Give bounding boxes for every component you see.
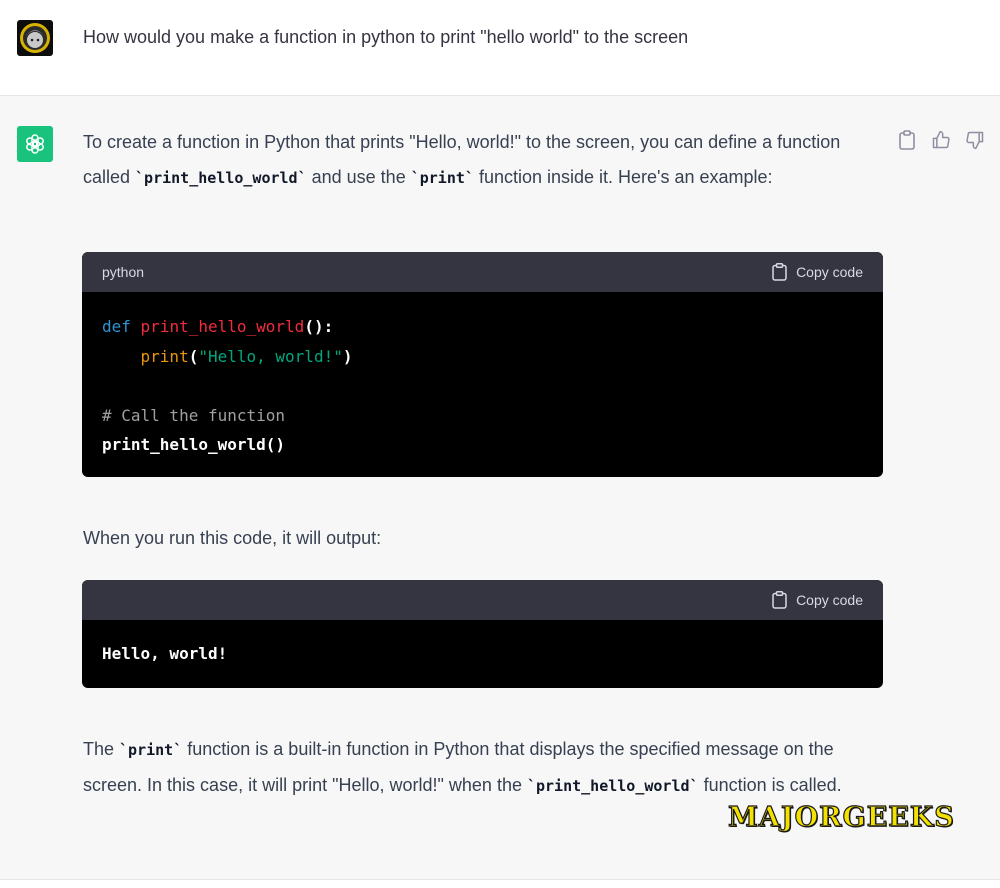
code-string: "Hello, world!" bbox=[198, 346, 343, 366]
assistant-message-row: To create a function in Python that prin… bbox=[0, 96, 1000, 880]
majorgeeks-watermark: MAJORGEEKS bbox=[727, 801, 955, 833]
copy-code-button[interactable]: Copy code bbox=[772, 263, 863, 281]
thumbs-up-icon[interactable] bbox=[930, 129, 952, 151]
copy-code-label: Copy code bbox=[796, 264, 863, 280]
code-block-header: python Copy code bbox=[82, 252, 883, 292]
code-output-content: Hello, world! bbox=[102, 644, 228, 663]
clipboard-icon[interactable] bbox=[896, 129, 918, 151]
inline-code-function-name: `print_hello_world` bbox=[526, 777, 699, 795]
code-function-name: print_hello_world bbox=[140, 317, 305, 336]
code-block-header: Copy code bbox=[82, 580, 883, 620]
inline-code-print: `print` bbox=[410, 169, 474, 187]
code-block-output: Copy code Hello, world! bbox=[82, 580, 883, 688]
inline-code-function-name: `print_hello_world` bbox=[135, 169, 307, 187]
code-paren-close: ) bbox=[342, 346, 353, 366]
intro-text-3: function inside it. Here's an example: bbox=[473, 167, 773, 187]
copy-code-label: Copy code bbox=[796, 592, 863, 608]
code-keyword-def: def bbox=[102, 317, 131, 336]
clipboard-icon bbox=[772, 263, 787, 281]
code-paren-open: ( bbox=[188, 346, 199, 366]
outro-text-3: function is called. bbox=[698, 775, 842, 795]
outro-text-1: The bbox=[83, 739, 120, 759]
chatgpt-logo-icon bbox=[17, 126, 53, 162]
user-message-text: How would you make a function in python … bbox=[83, 27, 689, 47]
code-comment: # Call the function bbox=[102, 405, 286, 425]
inline-code-print: `print` bbox=[119, 741, 183, 759]
message-actions bbox=[896, 129, 992, 151]
copy-code-button[interactable]: Copy code bbox=[772, 591, 863, 609]
thumbs-down-icon[interactable] bbox=[964, 129, 986, 151]
code-content: def print_hello_world(): print("Hello, w… bbox=[82, 292, 883, 477]
assistant-outro-paragraph: The `print` function is a built-in funct… bbox=[83, 732, 883, 804]
clipboard-icon bbox=[772, 591, 787, 609]
code-language-label: python bbox=[102, 264, 145, 280]
code-call: print_hello_world() bbox=[102, 435, 286, 454]
assistant-intro-paragraph: To create a function in Python that prin… bbox=[83, 125, 883, 196]
user-message-row: How would you make a function in python … bbox=[0, 0, 1000, 96]
intro-text-2: and use the bbox=[306, 167, 411, 187]
output-intro-paragraph: When you run this code, it will output: bbox=[83, 528, 382, 548]
user-avatar bbox=[17, 20, 53, 56]
code-block-python: python Copy code def print_hello_world()… bbox=[82, 252, 883, 477]
code-signature-end: (): bbox=[304, 317, 334, 336]
code-builtin-print: print bbox=[140, 346, 189, 366]
